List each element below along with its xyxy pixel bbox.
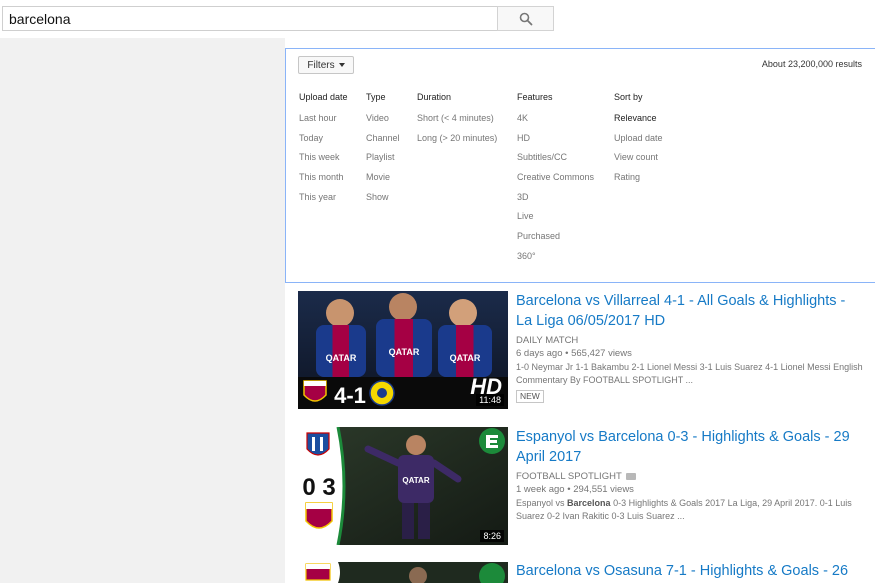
filter-option[interactable]: Movie <box>366 172 400 192</box>
filter-heading: Type <box>366 92 386 102</box>
sort-option-selected[interactable]: Relevance <box>614 113 663 133</box>
video-info: Barcelona vs Villarreal 4-1 - All Goals … <box>516 291 864 404</box>
filter-option[interactable]: Playlist <box>366 152 400 172</box>
sponsor-text: QATAR <box>389 347 420 357</box>
video-info: Barcelona vs Osasuna 7-1 - Highlights & … <box>516 562 863 581</box>
villarreal-crest-icon <box>369 380 395 406</box>
filter-panel: Filters About 23,200,000 results Upload … <box>285 48 875 283</box>
video-description: 1-0 Neymar Jr 1-1 Bakambu 2-1 Lionel Mes… <box>516 362 863 385</box>
barcelona-crest-icon <box>305 563 331 581</box>
sponsor-text: QATAR <box>326 353 357 363</box>
filter-heading: Upload date <box>299 92 348 102</box>
sponsor-text: QATAR <box>402 476 429 485</box>
filter-option[interactable]: This month <box>299 172 348 192</box>
verified-icon <box>625 473 636 480</box>
filter-option[interactable]: Today <box>299 133 348 153</box>
thumb-score: 4-1 <box>334 383 366 408</box>
filters-button[interactable]: Filters <box>298 56 354 74</box>
video-result: 0 3 QATAR 8:26 Espanyol vs Barcelona 0-3… <box>298 427 863 547</box>
video-meta: 6 days ago • 565,427 views <box>516 348 632 359</box>
channel-name-text: FOOTBALL SPOTLIGHT <box>516 471 622 482</box>
video-title[interactable]: Barcelona vs Osasuna 7-1 - Highlights & … <box>516 562 863 581</box>
sponsor-text: QATAR <box>450 353 481 363</box>
channel-name[interactable]: DAILY MATCH <box>516 334 864 347</box>
filter-option[interactable]: This week <box>299 152 348 172</box>
filter-option[interactable]: This year <box>299 192 348 212</box>
filter-option[interactable]: Subtitles/CC <box>517 152 594 172</box>
description-text: Espanyol vs <box>516 498 568 508</box>
sort-option[interactable]: View count <box>614 152 663 172</box>
filter-column-duration: Duration Short (< 4 minutes) Long (> 20 … <box>417 92 497 152</box>
filter-heading: Features <box>517 92 553 102</box>
video-title[interactable]: Espanyol vs Barcelona 0-3 - Highlights &… <box>516 427 864 467</box>
video-result: Barcelona vs Osasuna 7-1 - Highlights & … <box>298 562 863 583</box>
filter-option[interactable]: 4K <box>517 113 594 133</box>
filter-option[interactable]: 360° <box>517 251 594 271</box>
filter-option[interactable]: Creative Commons <box>517 172 594 192</box>
video-title[interactable]: Barcelona vs Villarreal 4-1 - All Goals … <box>516 291 864 331</box>
filter-column-sort-by: Sort by Relevance Upload date View count… <box>614 92 663 192</box>
filter-option[interactable]: Video <box>366 113 400 133</box>
filter-option[interactable]: Live <box>517 211 594 231</box>
filter-option[interactable]: Long (> 20 minutes) <box>417 133 497 153</box>
video-description: Espanyol vs Barcelona 0-3 Highlights & G… <box>516 497 864 522</box>
new-badge: NEW <box>516 390 544 403</box>
view-count: 565,427 views <box>571 348 632 359</box>
filter-column-upload-date: Upload date Last hour Today This week Th… <box>299 92 348 211</box>
video-thumbnail[interactable] <box>298 562 508 583</box>
view-count: 294,551 views <box>573 484 634 495</box>
filter-option[interactable]: Purchased <box>517 231 594 251</box>
filter-option[interactable]: Show <box>366 192 400 212</box>
barcelona-crest-icon <box>303 380 327 402</box>
sort-option[interactable]: Rating <box>614 172 663 192</box>
filter-heading: Sort by <box>614 92 643 102</box>
channel-name[interactable]: FOOTBALL SPOTLIGHT <box>516 470 864 483</box>
filter-option[interactable]: 3D <box>517 192 594 212</box>
channel-name-text: DAILY MATCH <box>516 335 579 346</box>
filter-column-type: Type Video Channel Playlist Movie Show <box>366 92 400 211</box>
filter-option[interactable]: Channel <box>366 133 400 153</box>
filter-heading: Duration <box>417 92 452 102</box>
video-age: 6 days ago <box>516 348 563 359</box>
caret-down-icon <box>338 63 345 67</box>
video-duration: 8:26 <box>480 530 504 542</box>
sort-option[interactable]: Upload date <box>614 133 663 153</box>
video-meta: 1 week ago • 294,551 views <box>516 484 634 495</box>
filter-option[interactable]: HD <box>517 133 594 153</box>
search-button[interactable] <box>497 6 554 31</box>
filter-option[interactable]: Short (< 4 minutes) <box>417 113 497 133</box>
description-highlight: Barcelona <box>567 498 611 508</box>
video-thumbnail[interactable]: 0 3 QATAR 8:26 <box>298 427 508 545</box>
thumb-score: 0 3 <box>302 474 335 501</box>
video-thumbnail[interactable]: QATAR QATAR QATAR 4-1 HD 11:48 <box>298 291 508 409</box>
search-input[interactable] <box>2 6 498 31</box>
barcelona-crest-icon <box>305 502 333 529</box>
filters-button-label: Filters <box>307 59 335 71</box>
video-result: QATAR QATAR QATAR 4-1 HD 11:48 Barcelona… <box>298 291 863 411</box>
top-bar <box>0 0 875 38</box>
filter-column-features: Features 4K HD Subtitles/CC Creative Com… <box>517 92 594 271</box>
video-duration: 11:48 <box>476 394 504 406</box>
search-icon <box>519 12 532 25</box>
espanyol-crest-icon <box>306 432 330 456</box>
channel-logo-icon <box>479 428 505 454</box>
video-age: 1 week ago <box>516 484 565 495</box>
results-count: About 23,200,000 results <box>761 59 862 69</box>
video-info: Espanyol vs Barcelona 0-3 - Highlights &… <box>516 427 864 522</box>
filter-option[interactable]: Last hour <box>299 113 348 133</box>
